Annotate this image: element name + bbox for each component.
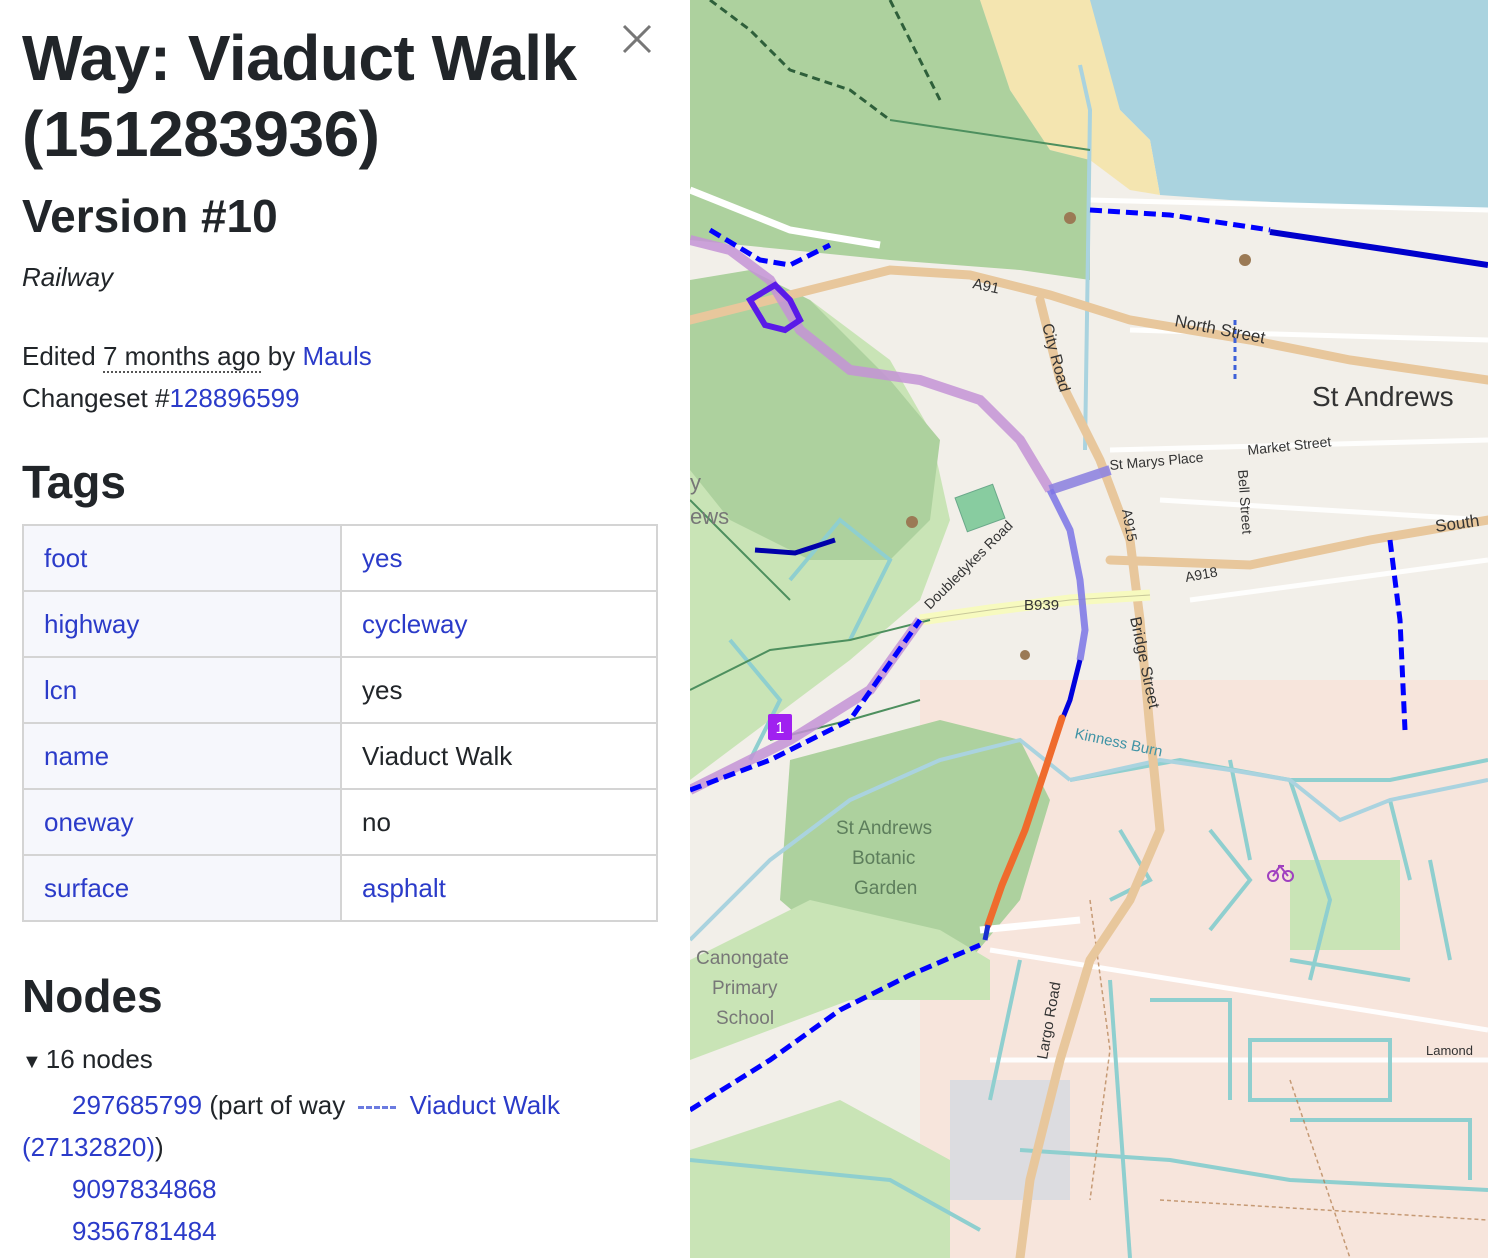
way-id: (27132820) xyxy=(22,1132,155,1162)
node-link[interactable]: 9356781484 xyxy=(72,1216,217,1246)
edited-prefix: Edited xyxy=(22,341,103,371)
tag-key-link[interactable]: foot xyxy=(44,543,87,573)
map-canvas[interactable]: 1 St Andrews North Street A91 City Road … xyxy=(690,0,1488,1258)
label-botanic-1: St Andrews xyxy=(836,818,932,839)
label-edge-ews: ews xyxy=(690,504,729,529)
page-title: Way: Viaduct Walk (151283936) xyxy=(22,22,577,170)
table-row: foot yes xyxy=(22,524,658,592)
part-of-suffix: ) xyxy=(155,1132,164,1162)
tags-table: foot yes highway cycleway lcn yes name V… xyxy=(22,524,658,922)
tag-value-link[interactable]: cycleway xyxy=(362,609,467,639)
node-link[interactable]: 297685799 xyxy=(72,1090,202,1120)
nodes-list: 297685799 (part of way Viaduct Walk (2713… xyxy=(22,1084,662,1252)
tag-value: yes xyxy=(362,674,403,705)
table-row: oneway no xyxy=(22,788,658,856)
table-row: surface asphalt xyxy=(22,854,658,922)
route-badge: 1 xyxy=(776,720,785,737)
nodes-toggle[interactable]: ▼ 16 nodes xyxy=(22,1044,153,1075)
label-st-andrews: St Andrews xyxy=(1312,381,1454,412)
edited-line: Edited 7 months ago by Mauls xyxy=(22,338,372,374)
list-item: 297685799 (part of way Viaduct Walk (2713… xyxy=(22,1084,662,1168)
tag-value: Viaduct Walk xyxy=(362,740,513,771)
tag-value: no xyxy=(362,806,391,837)
table-row: highway cycleway xyxy=(22,590,658,658)
tags-heading: Tags xyxy=(22,456,126,508)
list-item: 9356781484 xyxy=(22,1210,662,1252)
map[interactable]: 1 St Andrews North Street A91 City Road … xyxy=(690,0,1488,1258)
tag-key-link[interactable]: lcn xyxy=(44,675,77,705)
label-botanic-3: Garden xyxy=(854,878,917,899)
user-link[interactable]: Mauls xyxy=(302,341,371,371)
tag-key-link[interactable]: surface xyxy=(44,873,129,903)
label-school-1: Canongate xyxy=(696,948,789,969)
changeset-line: Changeset #128896599 xyxy=(22,380,300,416)
sidebar: Way: Viaduct Walk (151283936) Version #1… xyxy=(0,0,690,1258)
list-item: 9097834868 xyxy=(22,1168,662,1210)
changeset-link[interactable]: 128896599 xyxy=(169,383,299,413)
triangle-down-icon: ▼ xyxy=(22,1051,42,1073)
tag-key-link[interactable]: name xyxy=(44,741,109,771)
label-botanic-2: Botanic xyxy=(852,848,915,869)
node-link[interactable]: 9097834868 xyxy=(72,1174,217,1204)
tag-key-link[interactable]: highway xyxy=(44,609,139,639)
feature-kind: Railway xyxy=(22,262,114,292)
label-b939: B939 xyxy=(1024,597,1059,614)
cycleway-dash-icon xyxy=(358,1105,397,1109)
nodes-count: 16 nodes xyxy=(45,1044,153,1074)
nodes-heading: Nodes xyxy=(22,970,163,1022)
tag-key-link[interactable]: oneway xyxy=(44,807,134,837)
changeset-prefix: Changeset # xyxy=(22,383,170,413)
way-name: Viaduct Walk xyxy=(409,1090,560,1120)
part-of-prefix: (part of way xyxy=(202,1090,353,1120)
label-school-3: School xyxy=(716,1008,774,1029)
label-edge-y: y xyxy=(690,470,701,495)
table-row: lcn yes xyxy=(22,656,658,724)
table-row: name Viaduct Walk xyxy=(22,722,658,790)
tag-value-link[interactable]: asphalt xyxy=(362,873,446,903)
version-heading: Version #10 xyxy=(22,190,278,242)
label-lamond: Lamond xyxy=(1426,1043,1473,1058)
edited-time: 7 months ago xyxy=(102,341,261,373)
tag-value-link[interactable]: yes xyxy=(362,543,402,573)
edited-by: by xyxy=(260,341,303,371)
label-school-2: Primary xyxy=(712,978,778,999)
close-icon[interactable] xyxy=(618,20,656,58)
